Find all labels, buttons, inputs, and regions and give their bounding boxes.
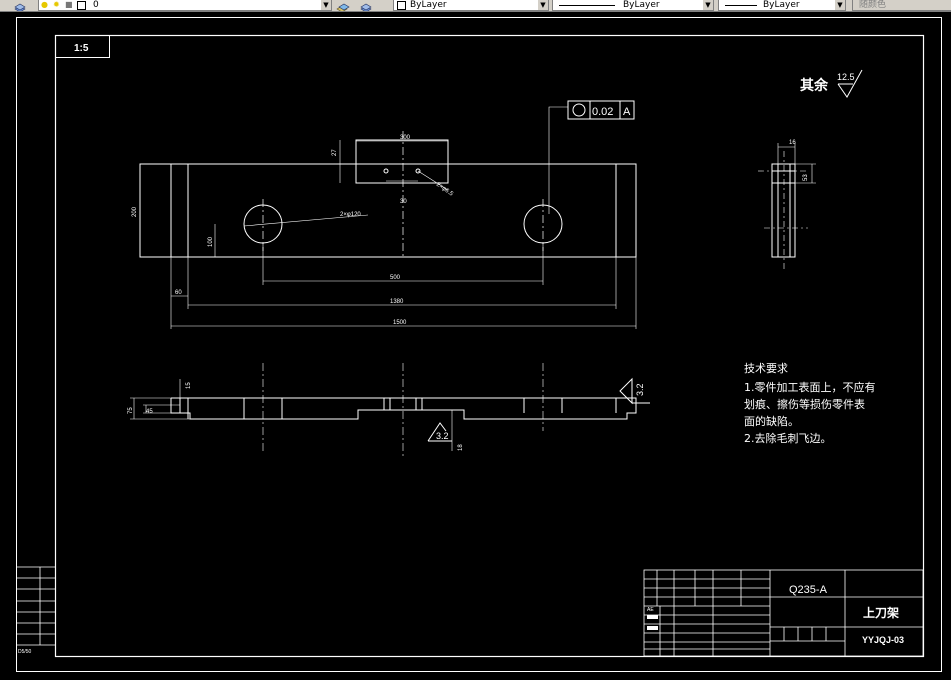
title-block-tag: AE xyxy=(647,607,654,613)
dim-1500: 1500 xyxy=(393,320,407,326)
front-view xyxy=(170,397,637,420)
dim-large-holes: 2×φ120 xyxy=(340,212,361,218)
dim-16: 16 xyxy=(789,140,796,146)
tech-req-line-1: 1.零件加工表面上，不应有 xyxy=(744,380,876,394)
dim-1380: 1380 xyxy=(390,299,404,305)
layer-manager-icon[interactable] xyxy=(14,0,26,11)
sun-icon: ✹ xyxy=(53,0,60,9)
linetype-sample xyxy=(559,5,615,6)
color-swatch-icon xyxy=(397,1,406,10)
cad-drawing: 1:5 D5/50 其余 12.5 300 27 2×φ6.5 30 200 2… xyxy=(16,17,942,672)
layer-name: 0 xyxy=(93,0,99,10)
dim-60: 60 xyxy=(175,290,182,296)
drawing-canvas[interactable]: 1:5 D5/50 其余 12.5 300 27 2×φ6.5 30 200 2… xyxy=(0,11,951,675)
lock-icon: ■ xyxy=(65,0,73,9)
dim-53: 53 xyxy=(803,174,809,181)
binding-strip xyxy=(16,566,55,646)
tolerance-value: 0.02 xyxy=(592,106,613,118)
side-view-dimensions xyxy=(777,143,816,184)
color-value: ByLayer xyxy=(410,0,447,10)
dim-27: 27 xyxy=(332,149,338,156)
chevron-down-icon[interactable]: ▼ xyxy=(703,0,713,10)
dim-small-holes: 2×φ6.5 xyxy=(435,182,455,198)
plotstyle-value: 随颜色 xyxy=(859,0,887,10)
lineweight-dropdown[interactable]: ByLayer ▼ xyxy=(718,0,846,11)
dim-45: 45 xyxy=(146,409,153,415)
title-block-mark xyxy=(647,626,658,630)
chevron-down-icon[interactable]: ▼ xyxy=(835,0,845,10)
tech-req-line-3: 面的缺陷。 xyxy=(744,414,799,428)
front-view-centerlines xyxy=(262,363,544,459)
roughness-note-label: 其余 xyxy=(800,77,829,94)
dim-300: 300 xyxy=(400,135,411,141)
tech-req-line-2: 划痕、擦伤等损伤零件表 xyxy=(744,397,865,411)
outer-frame xyxy=(16,17,942,672)
tech-req-title: 技术要求 xyxy=(744,362,788,375)
dim-200: 200 xyxy=(132,206,138,217)
side-view-centerlines xyxy=(758,151,808,269)
side-view xyxy=(771,163,796,258)
lineweight-value: ByLayer xyxy=(763,0,800,10)
inner-frame xyxy=(54,34,925,658)
color-swatch-icon xyxy=(77,1,86,10)
scale-label: 1:5 xyxy=(74,43,89,54)
roughness-bottom-value: 3.2 xyxy=(436,431,449,441)
dim-500: 500 xyxy=(390,275,401,281)
part-name: 上刀架 xyxy=(863,605,899,620)
color-dropdown[interactable]: ByLayer ▼ xyxy=(393,0,549,11)
top-view xyxy=(139,139,637,258)
chevron-down-icon[interactable]: ▼ xyxy=(538,0,548,10)
drawing-number: YYJQJ-03 xyxy=(862,635,904,645)
linetype-dropdown[interactable]: ByLayer ▼ xyxy=(552,0,714,11)
layer-dropdown[interactable]: ● ✹ ■ 0 ▼ xyxy=(38,0,332,11)
title-block-mark xyxy=(647,615,658,619)
binding-tag: D5/50 xyxy=(18,649,32,655)
layer-previous-icon[interactable] xyxy=(360,0,372,11)
top-view-centerlines xyxy=(262,131,544,257)
dim-75: 75 xyxy=(128,407,134,414)
linetype-value: ByLayer xyxy=(623,0,660,10)
chevron-down-icon[interactable]: ▼ xyxy=(321,0,331,10)
front-view-dimensions xyxy=(130,379,453,451)
dim-30: 30 xyxy=(400,199,407,205)
tech-req-line-4: 2.去除毛刺飞边。 xyxy=(744,431,832,445)
roughness-value: 12.5 xyxy=(837,72,855,82)
lineweight-sample xyxy=(725,5,757,6)
dim-18: 18 xyxy=(458,444,464,451)
lightbulb-icon: ● xyxy=(41,0,48,9)
datum-label: A xyxy=(623,106,631,118)
dim-100: 100 xyxy=(208,236,214,247)
dim-15: 15 xyxy=(186,382,192,389)
make-object-layer-current-icon[interactable] xyxy=(336,0,350,11)
roughness-right-value: 3.2 xyxy=(635,383,645,396)
material-label: Q235-A xyxy=(789,584,828,596)
plotstyle-dropdown[interactable]: 随颜色 xyxy=(852,0,951,11)
